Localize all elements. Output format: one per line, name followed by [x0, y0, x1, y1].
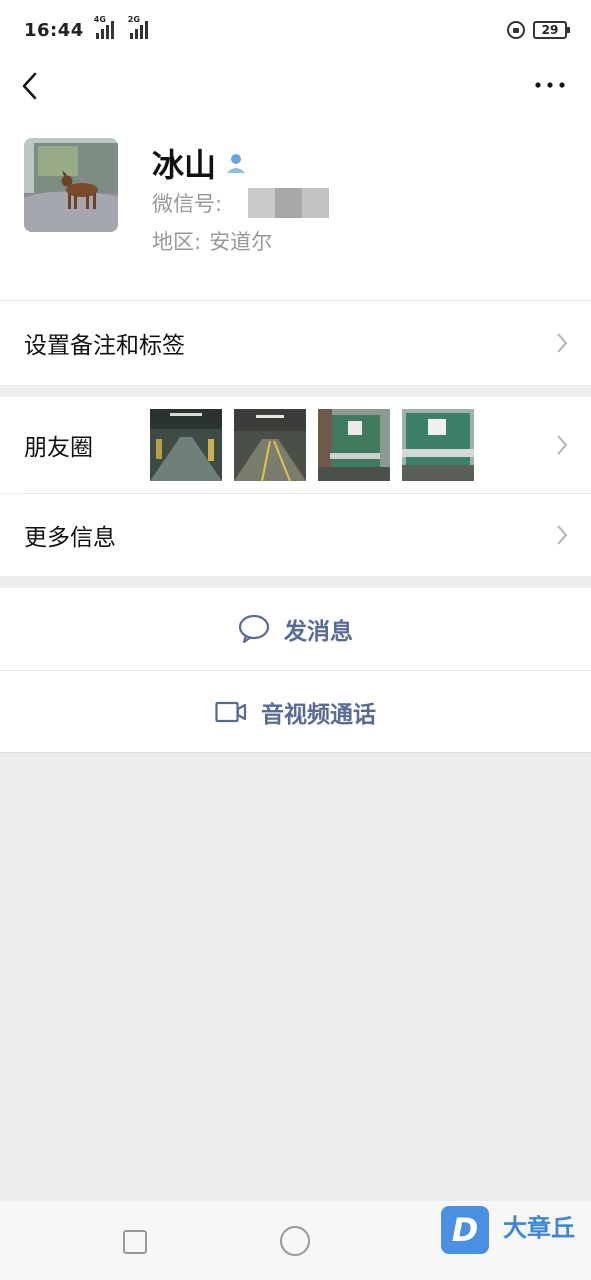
moments-label: 朋友圈 — [24, 435, 93, 461]
remark-tags-label: 设置备注和标签 — [24, 333, 185, 359]
voice-video-call-label: 音视频通话 — [261, 702, 376, 728]
signal-4g-tag: 4G — [93, 15, 106, 24]
more-info-label: 更多信息 — [24, 525, 116, 551]
moments-thumbnail-1 — [150, 409, 222, 481]
watermark-d-logo-icon: D — [441, 1206, 489, 1254]
video-camera-icon — [215, 701, 247, 723]
voice-video-call-button[interactable]: 音视频通话 — [0, 671, 591, 753]
wechat-id-redacted — [248, 188, 330, 218]
more-ellipsis-icon[interactable] — [533, 70, 567, 100]
send-message-label: 发消息 — [284, 619, 353, 645]
status-bar: 16:44 4G 2G 29 — [0, 0, 591, 60]
wechat-id-label: 微信号: — [152, 192, 223, 216]
status-time: 16:44 — [24, 19, 84, 41]
region-label: 地区: — [152, 230, 202, 254]
moments-thumbnail-3 — [318, 409, 390, 481]
contact-profile-screen: 16:44 4G 2G 29 冰山 微信号: 地区: 安道尔 设置备注和标签 朋… — [0, 0, 591, 1280]
bottom-divider — [0, 752, 591, 753]
battery-icon: 29 — [533, 21, 570, 39]
nav-bar — [0, 60, 591, 110]
contact-person-icon — [227, 154, 246, 173]
remark-tags-row[interactable]: 设置备注和标签 — [0, 301, 591, 385]
recent-apps-square-icon[interactable] — [123, 1230, 147, 1254]
rotation-lock-icon — [507, 21, 525, 39]
region-value: 安道尔 — [209, 230, 273, 254]
chat-bubble-icon — [238, 614, 270, 644]
chevron-right-icon — [557, 525, 568, 545]
profile-header: 冰山 微信号: 地区: 安道尔 — [0, 110, 591, 301]
signal-2g-icon: 2G — [128, 15, 148, 39]
signal-4g-icon: 4G — [94, 15, 114, 39]
watermark-logo: D 大章丘 — [441, 1206, 575, 1254]
chevron-right-icon — [557, 435, 568, 455]
signal-2g-tag: 2G — [127, 15, 140, 24]
moments-row[interactable]: 朋友圈 — [0, 397, 591, 493]
wechat-id-row: 微信号: — [152, 188, 330, 218]
more-info-row[interactable]: 更多信息 — [0, 494, 591, 576]
contact-name: 冰山 — [152, 146, 217, 184]
chevron-right-icon — [557, 333, 568, 353]
send-message-button[interactable]: 发消息 — [0, 588, 591, 670]
moments-thumbnails — [150, 409, 474, 481]
moments-thumbnail-4 — [402, 409, 474, 481]
region-row: 地区: 安道尔 — [152, 226, 272, 256]
watermark-text: 大章丘 — [503, 1213, 575, 1242]
moments-thumbnail-2 — [234, 409, 306, 481]
back-chevron-icon[interactable] — [18, 66, 48, 106]
home-circle-icon[interactable] — [280, 1226, 310, 1256]
avatar[interactable] — [24, 138, 118, 232]
name-row: 冰山 — [152, 140, 248, 186]
